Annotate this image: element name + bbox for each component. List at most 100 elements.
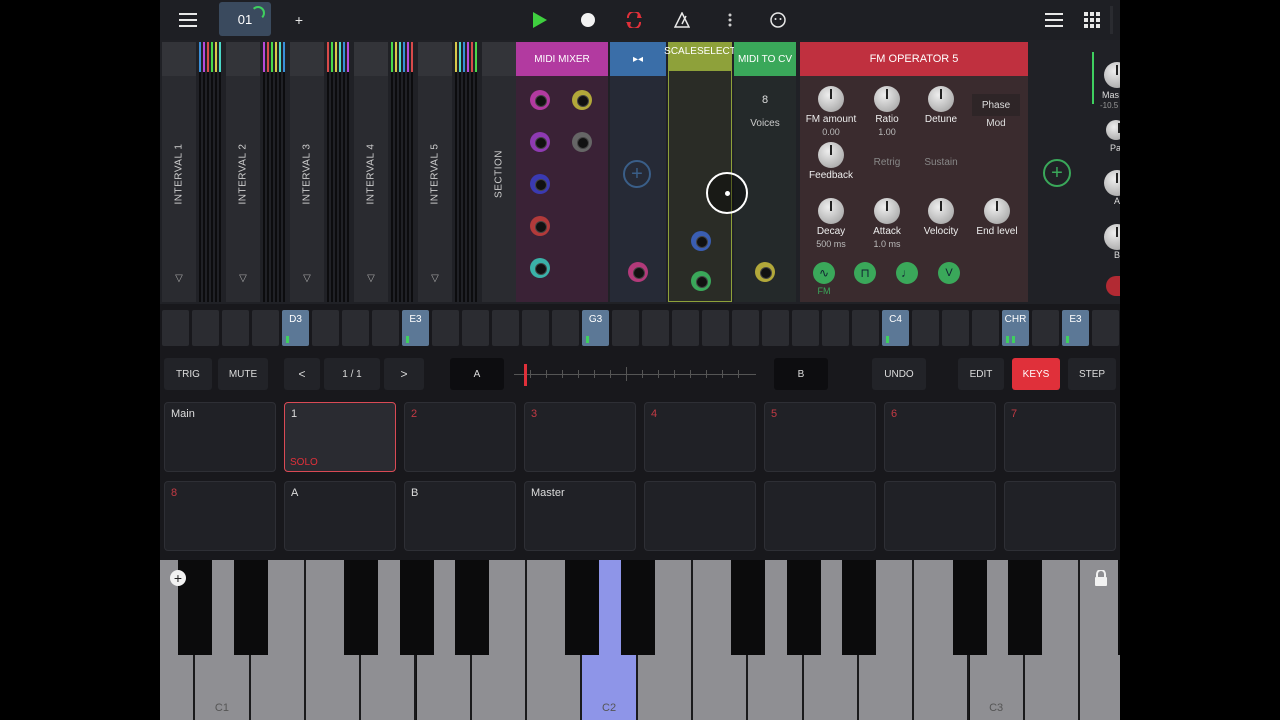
metronome-icon[interactable]: [668, 4, 696, 36]
list-icon[interactable]: [1040, 4, 1068, 36]
step-cell[interactable]: C4: [882, 310, 909, 346]
midi-to-cv-module[interactable]: MIDI TO CV 8 Voices: [734, 42, 796, 302]
step-cell[interactable]: CHR: [1002, 310, 1029, 346]
bus-module[interactable]: ▸◂ +: [610, 42, 666, 302]
clock-icon[interactable]: [691, 271, 711, 291]
strip-section[interactable]: SECTION: [482, 42, 516, 302]
trig-button[interactable]: TRIG: [164, 358, 212, 390]
end-level-knob[interactable]: [984, 198, 1010, 224]
next-page-button[interactable]: >: [384, 358, 424, 390]
step-cell[interactable]: [702, 310, 729, 346]
pad[interactable]: [884, 481, 996, 551]
square-wave-icon[interactable]: ⊓: [854, 262, 876, 284]
jack-in-5[interactable]: [530, 258, 550, 278]
keys-button[interactable]: KEYS: [1012, 358, 1060, 390]
loop-icon[interactable]: [620, 4, 648, 36]
expand-triangle-icon[interactable]: ▽: [431, 273, 439, 284]
step-cell[interactable]: [312, 310, 339, 346]
step-button[interactable]: STEP: [1068, 358, 1116, 390]
pad[interactable]: Main: [164, 402, 276, 472]
play-icon[interactable]: [526, 4, 554, 36]
step-cell[interactable]: [492, 310, 519, 346]
grid-icon[interactable]: [1078, 4, 1106, 36]
retrig-label[interactable]: Retrig: [862, 157, 912, 168]
undo-button[interactable]: UNDO: [872, 358, 926, 390]
record-icon[interactable]: [574, 4, 602, 36]
strip-interval-3[interactable]: INTERVAL 3 ▽: [290, 42, 324, 302]
step-cell[interactable]: [672, 310, 699, 346]
expand-triangle-icon[interactable]: ▽: [303, 273, 311, 284]
smiley-icon[interactable]: [764, 4, 792, 36]
voices-value[interactable]: 8: [734, 94, 796, 106]
detune-knob[interactable]: [928, 86, 954, 112]
pad[interactable]: B: [404, 481, 516, 551]
crossfader[interactable]: [514, 364, 756, 386]
expand-triangle-icon[interactable]: ▽: [175, 273, 183, 284]
pad[interactable]: 2: [404, 402, 516, 472]
black-key[interactable]: [565, 560, 600, 655]
step-cell[interactable]: [222, 310, 249, 346]
sustain-label[interactable]: Sustain: [916, 157, 966, 168]
strip-interval-4[interactable]: INTERVAL 4 ▽: [354, 42, 388, 302]
pad[interactable]: 6: [884, 402, 996, 472]
pad[interactable]: 1 SOLO: [284, 402, 396, 472]
decay-knob[interactable]: [818, 198, 844, 224]
scaleselect-jack-in[interactable]: [691, 231, 711, 251]
more-icon[interactable]: [720, 4, 740, 36]
scene-b-button[interactable]: B: [774, 358, 828, 390]
feedback-knob[interactable]: [818, 142, 844, 168]
step-cell[interactable]: [462, 310, 489, 346]
black-key[interactable]: [1118, 560, 1120, 655]
step-cell[interactable]: [852, 310, 879, 346]
pan-knob[interactable]: [1106, 120, 1120, 140]
strip-interval-5[interactable]: INTERVAL 5 ▽: [418, 42, 452, 302]
velocity-icon[interactable]: V: [938, 262, 960, 284]
step-cell[interactable]: [972, 310, 999, 346]
expand-triangle-icon[interactable]: ▽: [367, 273, 375, 284]
step-cell[interactable]: [552, 310, 579, 346]
step-cell[interactable]: [372, 310, 399, 346]
pad[interactable]: 4: [644, 402, 756, 472]
pad[interactable]: 7: [1004, 402, 1116, 472]
step-cell[interactable]: [612, 310, 639, 346]
ratio-knob[interactable]: [874, 86, 900, 112]
step-cell[interactable]: E3: [402, 310, 429, 346]
step-cell[interactable]: [792, 310, 819, 346]
bus-jack[interactable]: [628, 262, 648, 282]
step-cell[interactable]: [522, 310, 549, 346]
step-cell[interactable]: G3: [582, 310, 609, 346]
mute-button[interactable]: MUTE: [218, 358, 268, 390]
velocity-knob[interactable]: [928, 198, 954, 224]
jack-out-2[interactable]: [572, 132, 592, 152]
pad[interactable]: 8: [164, 481, 276, 551]
jack-in-2[interactable]: [530, 132, 550, 152]
step-cell[interactable]: [942, 310, 969, 346]
scene-a-button[interactable]: A: [450, 358, 504, 390]
jack-in-4[interactable]: [530, 216, 550, 236]
black-key[interactable]: [731, 560, 766, 655]
menu-icon[interactable]: [174, 4, 202, 36]
strip-interval-1[interactable]: INTERVAL 1 ▽: [162, 42, 196, 302]
crossfader-handle[interactable]: [524, 364, 527, 386]
b-knob[interactable]: [1104, 224, 1120, 250]
fm-amount-knob[interactable]: [818, 86, 844, 112]
add-keyboard-icon[interactable]: +: [170, 570, 186, 586]
pad[interactable]: [764, 481, 876, 551]
pad[interactable]: [1004, 481, 1116, 551]
phase-button[interactable]: Phase: [972, 94, 1020, 116]
pad[interactable]: 3: [524, 402, 636, 472]
pad[interactable]: Master: [524, 481, 636, 551]
edit-button[interactable]: EDIT: [958, 358, 1004, 390]
step-cell[interactable]: [912, 310, 939, 346]
gate-icon[interactable]: ♩: [896, 262, 918, 284]
midi-mixer-module[interactable]: MIDI MIXER: [516, 42, 608, 302]
step-cell[interactable]: [732, 310, 759, 346]
midi-to-cv-jack[interactable]: [755, 262, 775, 282]
black-key[interactable]: [841, 560, 876, 655]
step-cell[interactable]: [432, 310, 459, 346]
black-key[interactable]: [786, 560, 821, 655]
black-key[interactable]: [344, 560, 379, 655]
step-cell[interactable]: [192, 310, 219, 346]
mixer-module-partial[interactable]: Mas -10.5 Pa A B: [1090, 42, 1120, 302]
step-cell[interactable]: [642, 310, 669, 346]
